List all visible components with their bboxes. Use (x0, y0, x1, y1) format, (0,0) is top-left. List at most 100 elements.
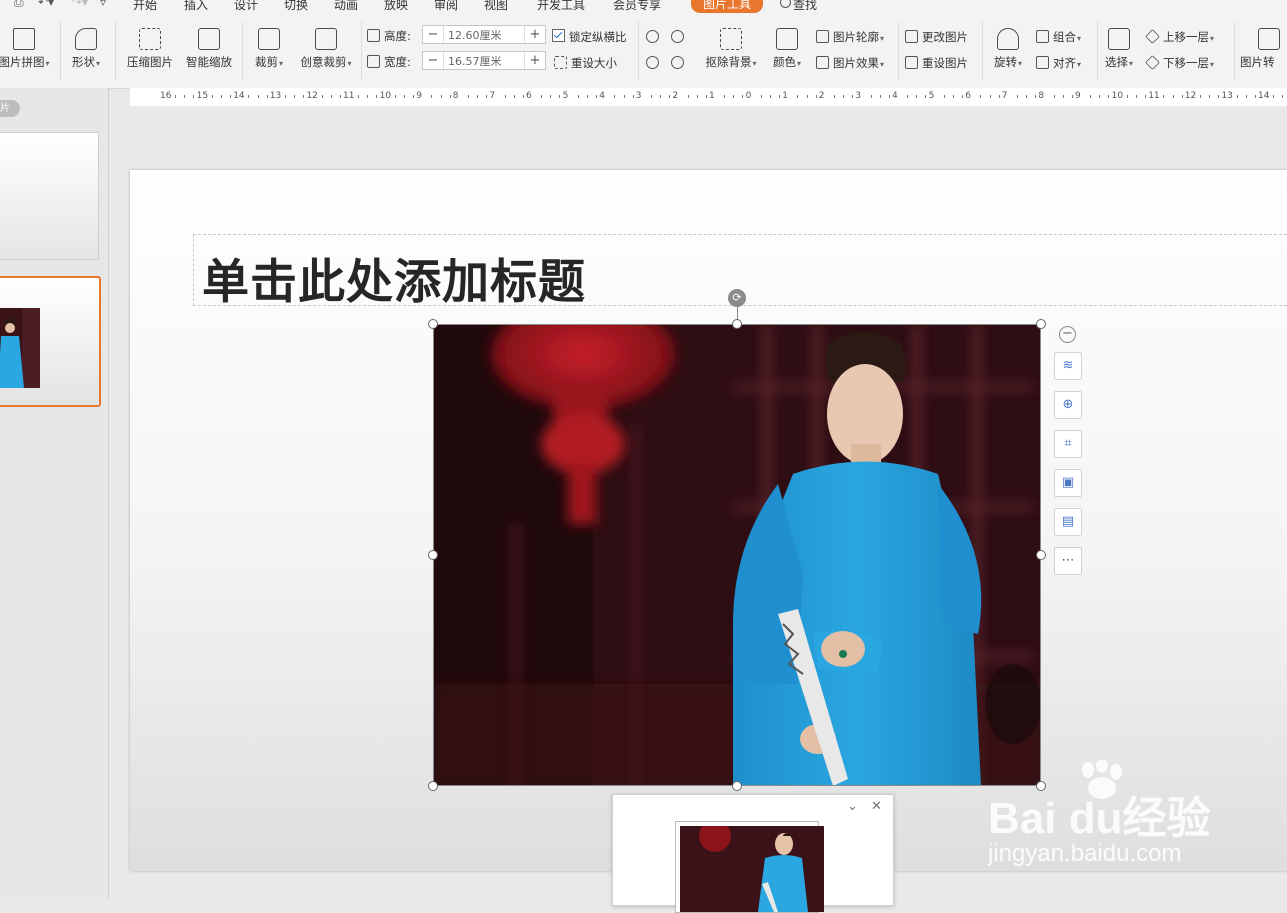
chevron-down-icon[interactable]: ⌄ (847, 799, 858, 814)
lock-ratio-checkbox[interactable]: 锁定纵横比 (552, 29, 627, 45)
preview-slide-thumbnail[interactable] (675, 821, 824, 913)
picture-edit-icon[interactable]: ▤ (1054, 508, 1082, 536)
tab-design[interactable]: 设计 (234, 0, 258, 13)
tab-animation[interactable]: 动画 (334, 0, 358, 13)
ruler-label: 12 (1184, 91, 1197, 101)
ruler-tick (907, 95, 909, 98)
close-icon[interactable]: ✕ (871, 799, 882, 814)
compress-label: 压缩图片 (127, 55, 173, 69)
ruler-tick (1209, 95, 1211, 98)
contrast-decrease-button[interactable] (671, 56, 688, 70)
ruler-label: 11 (1148, 91, 1160, 101)
resize-handle-top-left[interactable] (428, 319, 438, 329)
ruler-tick (742, 95, 744, 98)
resize-handle-bottom-left[interactable] (428, 781, 438, 791)
picture-effects-button[interactable]: 图片效果▾ (816, 55, 884, 71)
collapse-toolbar-icon[interactable]: − (1059, 326, 1076, 343)
align-button[interactable]: 对齐▾ (1036, 55, 1081, 71)
slide-thumbnail-2[interactable] (0, 276, 101, 407)
width-stepper[interactable]: − 16.57厘米 + (422, 51, 546, 70)
ruler-tick (522, 95, 524, 98)
crop-icon (258, 28, 280, 50)
ruler-tick (1053, 95, 1055, 98)
ruler-label: 8 (452, 91, 459, 101)
slide-thumbnail-1[interactable] (0, 132, 99, 260)
contrast-increase-button[interactable] (671, 30, 688, 44)
ruler-tick (650, 95, 652, 98)
print-preview-icon[interactable]: ⎙ (14, 0, 24, 10)
creative-crop-button[interactable]: 创意裁剪▾ (297, 28, 355, 70)
brightness-down-icon (646, 56, 659, 69)
compress-picture-button[interactable]: 压缩图片 (124, 28, 176, 70)
ruler-tick (403, 95, 405, 98)
remove-background-button[interactable]: 抠除背景▾ (700, 28, 762, 70)
group-label: 组合 (1053, 30, 1076, 44)
tab-developer[interactable]: 开发工具 (537, 0, 585, 13)
ruler-tick (696, 95, 698, 98)
select-button[interactable]: 选择▾ (1100, 28, 1138, 70)
ruler-tick (193, 95, 195, 98)
height-stepper[interactable]: − 12.60厘米 + (422, 25, 546, 44)
zoom-icon[interactable]: ⊕ (1054, 391, 1082, 419)
group-button[interactable]: 组合▾ (1036, 29, 1081, 45)
width-input[interactable]: 16.57厘米 (444, 53, 524, 69)
undo-icon[interactable]: ↶▾ (38, 0, 54, 9)
layers-icon[interactable]: ≋ (1054, 352, 1082, 380)
selected-picture[interactable] (433, 324, 1041, 786)
shape-label: 形状 (71, 55, 95, 69)
more-options-icon[interactable]: ⋯ (1054, 547, 1082, 575)
rotate-button[interactable]: 旋转▾ (988, 28, 1028, 70)
resize-handle-left[interactable] (428, 550, 438, 560)
tab-insert[interactable]: 插入 (184, 0, 208, 13)
pane-tab-label[interactable]: 片 (0, 100, 20, 117)
smart-zoom-icon (198, 28, 220, 50)
send-backward-button[interactable]: 下移一层▾ (1145, 55, 1214, 71)
brightness-increase-button[interactable] (646, 30, 663, 44)
compress-icon (139, 28, 161, 50)
color-icon (776, 28, 798, 50)
tab-member[interactable]: 会员专享 (613, 0, 661, 13)
change-picture-button[interactable]: 更改图片 (905, 29, 968, 45)
resize-handle-right[interactable] (1036, 550, 1046, 560)
picture-outline-button[interactable]: 图片轮廓▾ (816, 29, 884, 45)
ruler-label: 14 (1258, 91, 1270, 101)
tab-slideshow[interactable]: 放映 (384, 0, 408, 13)
picture-frame-icon[interactable]: ▣ (1054, 469, 1082, 497)
reset-size-button[interactable]: 重设大小 (554, 55, 617, 71)
ruler-tick (211, 95, 213, 98)
width-decrease-button[interactable]: − (423, 52, 444, 69)
tab-transition[interactable]: 切换 (284, 0, 308, 13)
width-increase-button[interactable]: + (524, 52, 545, 69)
height-increase-button[interactable]: + (524, 26, 545, 43)
height-decrease-button[interactable]: − (423, 26, 444, 43)
ruler-tick (367, 95, 369, 98)
redo-icon[interactable]: ↷▾ (72, 0, 88, 9)
crop-tool-icon[interactable]: ⌗ (1054, 430, 1082, 458)
reset-picture-button[interactable]: 重设图片 (905, 55, 968, 71)
ruler-label: 14 (233, 91, 245, 101)
ruler-tick (513, 95, 515, 98)
picture-convert-button[interactable]: 图片转 (1240, 28, 1287, 70)
customize-toolbar-icon[interactable]: ▿ (100, 0, 106, 9)
tab-picture-tools[interactable]: 图片工具 (691, 0, 764, 13)
height-input[interactable]: 12.60厘米 (444, 27, 524, 43)
tab-home[interactable]: 开始 (133, 0, 157, 13)
ruler-label: 9 (1075, 91, 1081, 101)
picture-convert-label: 图片转 (1240, 55, 1275, 69)
resize-handle-top[interactable] (732, 319, 742, 329)
resize-handle-bottom[interactable] (732, 781, 742, 791)
picture-collage-button[interactable]: 图片拼图▾ (0, 28, 52, 70)
tab-review[interactable]: 审阅 (434, 0, 458, 13)
bring-forward-button[interactable]: 上移一层▾ (1145, 29, 1214, 45)
shape-button[interactable]: 形状▾ (66, 28, 106, 70)
rotate-handle-icon[interactable]: ⟳ (728, 289, 746, 307)
crop-button[interactable]: 裁剪▾ (250, 28, 288, 70)
ruler-tick (925, 95, 927, 98)
smart-zoom-button[interactable]: 智能缩放 (183, 28, 235, 70)
resize-handle-top-right[interactable] (1036, 319, 1046, 329)
search-button[interactable]: 查找 (780, 0, 817, 13)
tab-view[interactable]: 视图 (484, 0, 508, 13)
color-button[interactable]: 颜色▾ (768, 28, 806, 70)
brightness-decrease-button[interactable] (646, 56, 663, 70)
ruler-tick (952, 95, 954, 98)
